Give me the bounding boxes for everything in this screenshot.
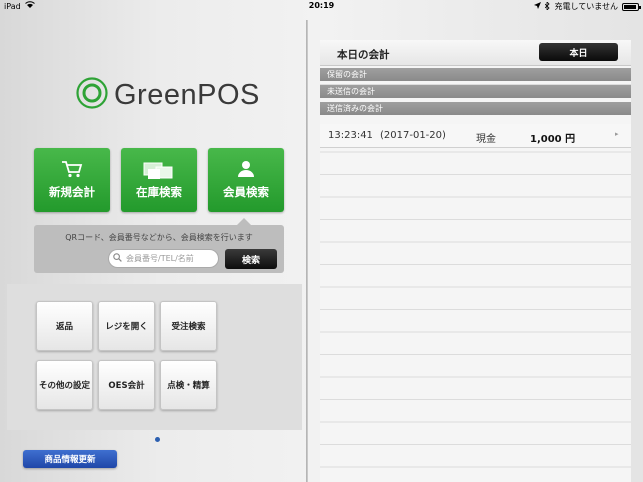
new-checkout-button[interactable]: 新規会計 xyxy=(34,148,110,212)
transaction-date: (2017-01-20) xyxy=(380,130,446,141)
today-button[interactable]: 本日 xyxy=(539,43,618,61)
search-button[interactable]: 検索 xyxy=(225,249,277,269)
transaction-row[interactable]: 13:23:41 (2017-01-20) 現金 1,000 円 ▸ xyxy=(320,124,631,148)
transaction-time: 13:23:41 xyxy=(328,130,373,141)
member-search-hint: QRコード、会員番号などから、会員検索を行います xyxy=(65,233,253,242)
status-right: 充電していません xyxy=(534,0,641,12)
panel-title: 本日の会計 xyxy=(337,49,390,61)
unsent-transactions-header[interactable]: 未送信の会計 xyxy=(320,85,631,98)
app-logo: GreenPOS xyxy=(76,77,260,113)
split-divider xyxy=(306,20,308,482)
status-bar: iPad 20:19 充電していません xyxy=(0,0,643,12)
logo-text: GreenPOS xyxy=(114,78,260,111)
inventory-search-label: 在庫検索 xyxy=(136,185,182,199)
menu-area: 返品 レジを開く 受注検索 その他の設定 OES会計 点検・精算 xyxy=(7,284,302,430)
member-search-label: 会員検索 xyxy=(223,185,269,199)
return-button[interactable]: 返品 xyxy=(36,301,93,351)
panel-header: 本日の会計 本日 xyxy=(320,40,631,66)
member-search-panel: QRコード、会員番号などから、会員検索を行います 会員番号/TEL/名前 検索 xyxy=(34,225,284,273)
search-icon xyxy=(113,253,122,264)
bluetooth-icon xyxy=(545,0,551,12)
charging-status: 充電していません xyxy=(554,2,618,11)
open-register-button[interactable]: レジを開く xyxy=(98,301,155,351)
transaction-amount: 1,000 円 xyxy=(530,134,576,145)
order-search-button[interactable]: 受注検索 xyxy=(160,301,217,351)
other-settings-button[interactable]: その他の設定 xyxy=(36,360,93,410)
member-search-button[interactable]: 会員検索 xyxy=(208,148,284,212)
chevron-right-icon: ▸ xyxy=(615,130,619,138)
new-checkout-label: 新規会計 xyxy=(49,185,95,199)
battery-icon xyxy=(622,2,641,11)
search-panel-pointer xyxy=(237,218,251,225)
cart-icon xyxy=(34,160,110,178)
inventory-search-button[interactable]: 在庫検索 xyxy=(121,148,197,212)
page-indicator[interactable] xyxy=(155,437,160,442)
location-icon xyxy=(534,2,542,11)
update-product-info-button[interactable]: 商品情報更新 xyxy=(23,450,117,468)
person-icon xyxy=(208,160,284,178)
held-transactions-header[interactable]: 保留の会計 xyxy=(320,68,631,81)
member-search-input[interactable]: 会員番号/TEL/名前 xyxy=(108,249,219,268)
today-transactions-panel: 本日の会計 本日 保留の会計 未送信の会計 送信済みの会計 13:23:41 (… xyxy=(320,40,631,482)
oes-checkout-button[interactable]: OES会計 xyxy=(98,360,155,410)
member-search-placeholder: 会員番号/TEL/名前 xyxy=(126,254,194,263)
boxes-icon xyxy=(121,160,197,180)
transaction-payment: 現金 xyxy=(476,134,496,145)
sent-transactions-header[interactable]: 送信済みの会計 xyxy=(320,102,631,115)
greenpos-logo-icon xyxy=(76,77,108,113)
inspection-settlement-button[interactable]: 点検・精算 xyxy=(160,360,217,410)
